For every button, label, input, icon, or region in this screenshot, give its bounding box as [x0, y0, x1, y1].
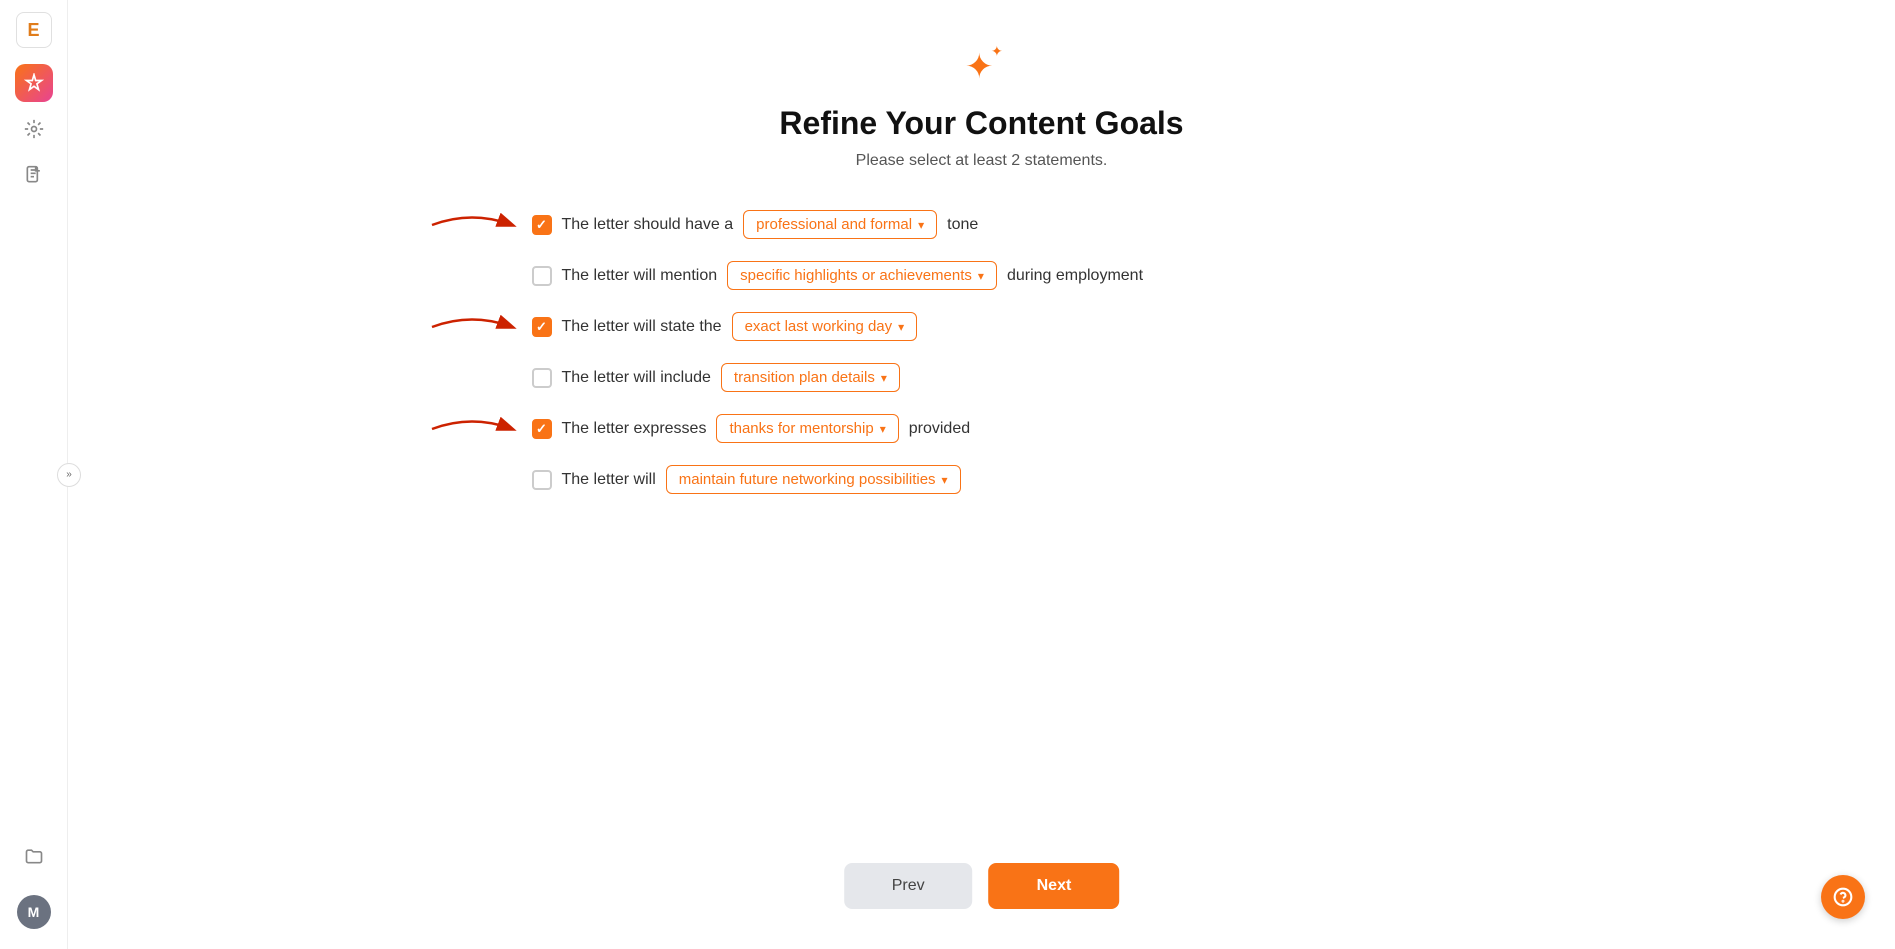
statements-list: The letter should have a professional an… — [532, 210, 1432, 494]
svg-text:✦: ✦ — [991, 43, 1003, 59]
chevron-down-icon: ▾ — [918, 218, 924, 232]
user-avatar[interactable]: M — [17, 895, 51, 929]
sidebar-item-folder[interactable] — [15, 837, 53, 875]
statement-row-transition: The letter will include transition plan … — [532, 363, 1432, 392]
statement-row-mentorship: The letter expresses thanks for mentorsh… — [532, 414, 1432, 443]
checkbox-tone[interactable] — [532, 215, 552, 235]
page-subtitle: Please select at least 2 statements. — [856, 152, 1108, 170]
statement-suffix-mentorship: provided — [909, 420, 970, 438]
folder-icon — [24, 846, 44, 866]
sidebar-collapse-button[interactable]: » — [57, 463, 81, 487]
statement-prefix-networking: The letter will — [562, 471, 656, 489]
statement-suffix-tone: tone — [947, 216, 978, 234]
statement-row-highlights: The letter will mention specific highlig… — [532, 261, 1432, 290]
star-decoration: ✦ ✦ — [957, 40, 1007, 95]
sparkle-icon: ✦ ✦ — [957, 40, 1007, 90]
sidebar-item-ai[interactable] — [15, 64, 53, 102]
support-icon — [1833, 887, 1853, 907]
checkbox-mentorship[interactable] — [532, 419, 552, 439]
chevron-down-icon: ▾ — [881, 371, 887, 385]
checkbox-networking[interactable] — [532, 470, 552, 490]
app-logo[interactable]: E — [16, 12, 52, 48]
chevron-down-icon: ▾ — [942, 473, 948, 487]
statement-row-lastday: The letter will state the exact last wor… — [532, 312, 1432, 341]
dropdown-tone[interactable]: professional and formal ▾ — [743, 210, 937, 239]
statement-row-tone: The letter should have a professional an… — [532, 210, 1432, 239]
dropdown-networking[interactable]: maintain future networking possibilities… — [666, 465, 961, 494]
statement-prefix-mentorship: The letter expresses — [562, 420, 707, 438]
document-icon — [24, 165, 44, 185]
svg-text:✦: ✦ — [965, 48, 994, 86]
statement-prefix-lastday: The letter will state the — [562, 318, 722, 336]
statement-suffix-highlights: during employment — [1007, 267, 1143, 285]
audio-icon — [24, 119, 44, 139]
support-button[interactable] — [1821, 875, 1865, 919]
page-title: Refine Your Content Goals — [779, 105, 1183, 142]
sidebar-item-audio[interactable] — [15, 110, 53, 148]
sidebar-item-document[interactable] — [15, 156, 53, 194]
chevron-down-icon: ▾ — [880, 422, 886, 436]
next-button[interactable]: Next — [989, 863, 1120, 909]
chevron-down-icon: ▾ — [978, 269, 984, 283]
main-content: ✦ ✦ Refine Your Content Goals Please sel… — [68, 0, 1895, 949]
ai-icon — [24, 73, 44, 93]
sidebar: E M » — [0, 0, 68, 949]
arrow-mentorship — [422, 409, 522, 449]
statement-row-networking: The letter will maintain future networki… — [532, 465, 1432, 494]
prev-button[interactable]: Prev — [844, 863, 973, 909]
dropdown-transition[interactable]: transition plan details ▾ — [721, 363, 900, 392]
checkbox-transition[interactable] — [532, 368, 552, 388]
arrow-tone — [422, 205, 522, 245]
checkbox-highlights[interactable] — [532, 266, 552, 286]
chevron-down-icon: ▾ — [898, 320, 904, 334]
dropdown-mentorship[interactable]: thanks for mentorship ▾ — [716, 414, 898, 443]
arrow-lastday — [422, 307, 522, 347]
bottom-bar: Prev Next — [844, 863, 1120, 909]
checkbox-lastday[interactable] — [532, 317, 552, 337]
statement-prefix-transition: The letter will include — [562, 369, 711, 387]
statement-prefix-tone: The letter should have a — [562, 216, 734, 234]
statement-prefix-highlights: The letter will mention — [562, 267, 718, 285]
dropdown-highlights[interactable]: specific highlights or achievements ▾ — [727, 261, 997, 290]
dropdown-lastday[interactable]: exact last working day ▾ — [732, 312, 918, 341]
